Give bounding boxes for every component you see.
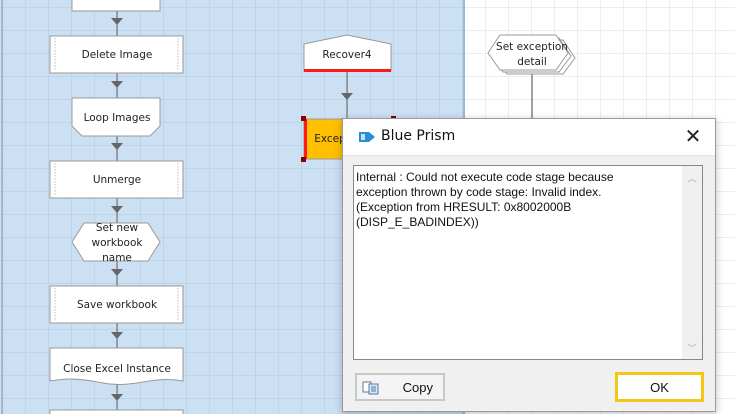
stage-delete-image[interactable]: Delete Image [49,35,184,74]
stage-save-workbook[interactable]: Save workbook [49,285,184,324]
message-textbox[interactable]: Internal : Could not execute code stage … [353,165,703,360]
stage-label-line: name [102,252,132,264]
stage-label-line: detail [517,56,547,68]
vertical-scrollbar[interactable]: ︿ ﹀ [682,166,702,359]
bottom-stage[interactable] [49,409,184,414]
copy-label: Copy [402,380,433,395]
scroll-up-icon[interactable]: ︿ [682,170,702,185]
stage-loop-images[interactable]: Loop Images [71,97,161,137]
stage-label: Unmerge [93,174,141,186]
stage-set-new-workbook-name[interactable]: Set new workbook name [71,222,161,264]
ok-button[interactable]: OK [615,372,704,402]
stage-label-line: Set exception [496,41,568,53]
scroll-down-icon[interactable]: ﹀ [682,340,702,355]
error-dialog: Blue Prism ✕ Internal : Could not execut… [342,118,716,412]
stage-label-line: workbook [91,237,143,249]
top-stage[interactable] [71,0,161,12]
stage-label: Delete Image [82,49,153,61]
stage-label: Save workbook [77,299,158,311]
dialog-title: Blue Prism [381,128,456,144]
stage-unmerge[interactable]: Unmerge [49,160,184,199]
error-message: Internal : Could not execute code stage … [356,170,614,229]
dialog-titlebar[interactable]: Blue Prism ✕ [343,119,715,156]
ok-label: OK [650,380,669,395]
copy-icon [362,381,379,395]
stage-label-line: Set new [96,222,139,234]
close-icon[interactable]: ✕ [681,125,705,149]
stage-label: Recover4 [322,49,371,61]
stage-label: Loop Images [84,112,151,124]
stage-close-excel-instance[interactable]: Close Excel Instance [49,347,184,386]
stage-set-exception-detail[interactable]: Set exception detail [487,34,576,75]
copy-button[interactable]: Copy [355,373,445,401]
stage-label: Close Excel Instance [63,363,171,375]
blue-prism-icon [359,132,375,142]
